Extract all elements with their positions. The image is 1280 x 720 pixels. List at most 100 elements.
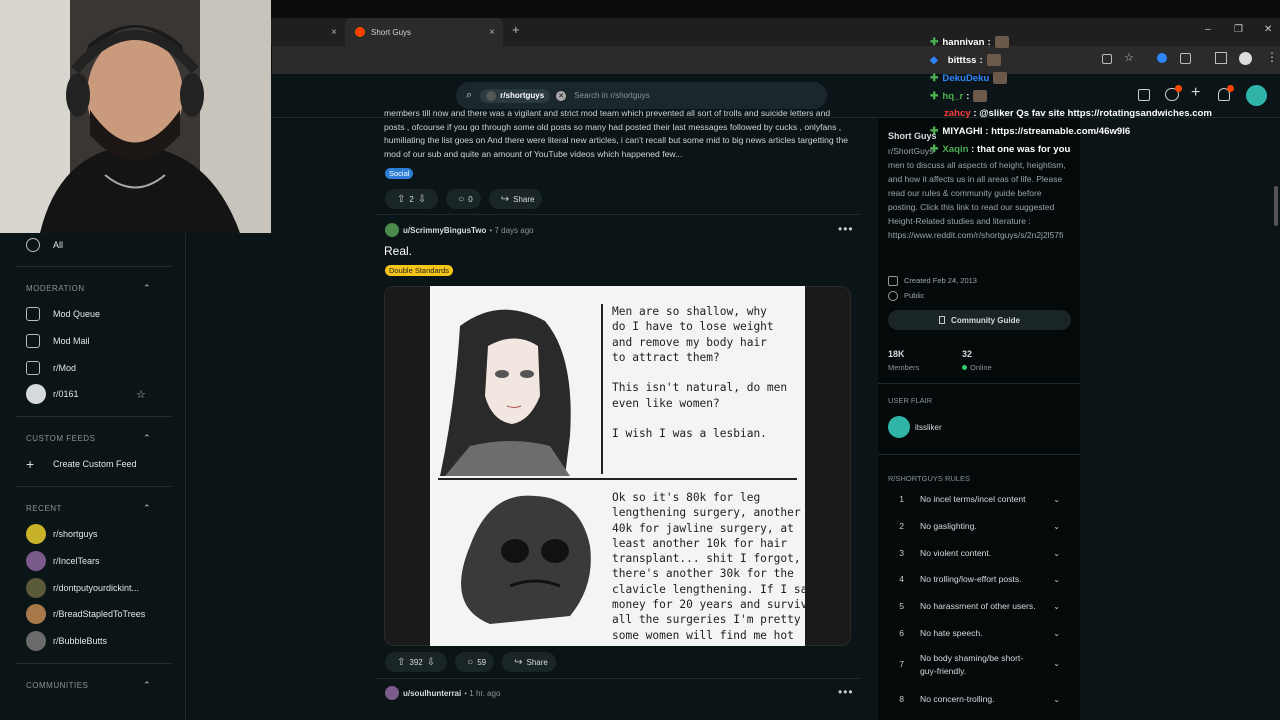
user-avatar[interactable] <box>1246 85 1267 106</box>
sidebar-item-recent[interactable]: r/dontputyourdickint... <box>26 578 139 598</box>
chat-username: hq_r <box>942 90 964 102</box>
meme-image[interactable]: Men are so shallow, why do I have to los… <box>430 286 834 646</box>
upvote-icon[interactable]: ⇧ <box>397 657 405 668</box>
sidebar-item-label: Mod Mail <box>53 336 90 346</box>
comment-icon: ○ <box>458 193 465 205</box>
author-avatar[interactable] <box>385 686 399 700</box>
chevron-down-icon: ⌄ <box>1053 494 1060 504</box>
webcam-overlay <box>0 0 271 233</box>
sidebar-item-recent[interactable]: r/BreadStapledToTrees <box>26 604 145 624</box>
sidebar-item-label: r/dontputyourdickint... <box>53 583 140 593</box>
recent-section-header[interactable]: RECENT ⌃ <box>26 503 151 513</box>
post-body-text: members till now and there was a vigilan… <box>384 108 849 159</box>
comments-button[interactable]: ○ 0 <box>446 189 481 209</box>
rule-item[interactable]: 6 No hate speech. ⌄ <box>888 626 1068 640</box>
communities-section-header[interactable]: COMMUNITIES ⌃ <box>26 680 151 690</box>
bookmark-star-icon[interactable]: ☆ <box>1124 51 1134 64</box>
vote-buttons: ⇧ 392 ⇩ <box>385 652 448 672</box>
share-icon: ↪ <box>514 656 523 668</box>
comments-button[interactable]: ○ 59 <box>455 652 495 672</box>
upvote-icon[interactable]: ⇧ <box>397 194 405 205</box>
rule-item[interactable]: 7 No body shaming/be short-guy-friendly.… <box>888 652 1068 680</box>
post-flair[interactable]: Social <box>385 168 414 179</box>
scrollbar-thumb[interactable] <box>1274 186 1278 226</box>
extension-icon[interactable] <box>1157 53 1167 63</box>
rule-item[interactable]: 1 No incel terms/incel content ⌄ <box>888 492 1068 506</box>
online-count: 32 <box>962 349 973 359</box>
share-button[interactable]: ↪ Share <box>502 652 556 672</box>
sidebar-item-all[interactable]: All <box>26 235 63 255</box>
community-guide-button[interactable]: Community Guide <box>888 310 1071 330</box>
rule-number: 2 <box>899 521 904 531</box>
install-icon[interactable] <box>1102 54 1112 64</box>
new-tab-button[interactable]: + <box>512 22 520 37</box>
share-button[interactable]: ↪ Share <box>488 189 543 209</box>
chat-colon: : <box>979 54 983 66</box>
share-label: Share <box>513 194 535 204</box>
close-window-button[interactable]: ✕ <box>1264 24 1272 35</box>
sidebar-item-recent[interactable]: r/shortguys <box>26 524 98 544</box>
minimize-button[interactable]: – <box>1205 24 1211 35</box>
author-avatar[interactable] <box>385 223 399 237</box>
sidebar-item-label: r/Mod <box>53 363 77 373</box>
post-title[interactable]: Real. <box>384 244 412 258</box>
search-bar[interactable]: ⌕ r/shortguys ✕ Search in r/shortguys <box>456 82 827 109</box>
search-scope-chip[interactable]: r/shortguys <box>480 88 551 103</box>
button-label: Community Guide <box>951 315 1020 325</box>
close-tab-icon[interactable]: × <box>331 27 337 38</box>
rule-text: No violent content. <box>920 548 992 558</box>
rule-text: No gaslighting. <box>920 521 977 531</box>
emote-icon <box>973 90 988 102</box>
sidebar-item-recent[interactable]: r/BubbleButts <box>26 631 107 651</box>
clear-scope-icon[interactable]: ✕ <box>556 90 567 101</box>
vote-buttons: ⇧ 2 ⇩ <box>385 189 439 209</box>
post-flair[interactable]: Double Standards <box>385 265 454 276</box>
browser-menu-icon[interactable]: ⋮ <box>1266 50 1278 64</box>
search-input[interactable]: Search in r/shortguys <box>574 91 650 100</box>
sidebar-item-mod-queue[interactable]: Mod Queue <box>26 304 100 324</box>
chat-message: ◆ bitttss : <box>930 54 1001 66</box>
chat-message: ✚ hannivan : <box>930 36 1009 48</box>
downvote-icon[interactable]: ⇩ <box>427 657 435 668</box>
rule-number: 1 <box>899 494 904 504</box>
custom-feeds-section-header[interactable]: CUSTOM FEEDS ⌃ <box>26 433 151 443</box>
community-description: men to discuss all aspects of height, he… <box>888 160 1066 240</box>
profile-avatar[interactable] <box>1239 52 1252 65</box>
close-tab-icon[interactable]: × <box>489 27 495 38</box>
post-author[interactable]: u/soulhunterrai <box>403 689 461 698</box>
visibility-label: Public <box>904 291 925 300</box>
media-icon[interactable] <box>1215 52 1227 64</box>
address-bar[interactable]: ☆ ⋮ <box>272 46 1280 74</box>
extensions-icon[interactable] <box>1180 53 1191 64</box>
badge-icon: ✚ <box>930 72 939 84</box>
create-post-icon[interactable]: + <box>1191 84 1200 102</box>
browser-tab[interactable]: × <box>272 18 345 46</box>
sidebar-item-r-mod[interactable]: r/Mod <box>26 358 76 378</box>
post-author[interactable]: u/ScrimmyBingusTwo <box>403 226 486 235</box>
rule-item[interactable]: 8 No concern-trolling. ⌄ <box>888 692 1068 706</box>
favorite-star-icon[interactable]: ☆ <box>136 388 146 401</box>
sidebar-item-recent[interactable]: r/IncelTears <box>26 551 100 571</box>
rule-item[interactable]: 3 No violent content. ⌄ <box>888 546 1068 560</box>
post-options-icon[interactable]: ••• <box>838 685 854 699</box>
chevron-up-icon: ⌃ <box>142 503 151 513</box>
rule-item[interactable]: 5 No harassment of other users. ⌄ <box>888 599 1068 613</box>
create-custom-feed-button[interactable]: + Create Custom Feed <box>26 454 137 474</box>
sidebar-item-label: r/BreadStapledToTrees <box>53 609 146 619</box>
advertise-icon[interactable] <box>1138 89 1150 101</box>
chat-colon: : <box>987 36 991 48</box>
sidebar-item-mod-mail[interactable]: Mod Mail <box>26 331 90 351</box>
user-flair[interactable]: itssliker <box>888 416 942 438</box>
post-options-icon[interactable]: ••• <box>838 222 854 236</box>
meme-bottom-text: Ok so it's 80k for leg lengthening surge… <box>612 491 835 642</box>
browser-tab-active[interactable]: Short Guys × <box>345 18 503 46</box>
chevron-down-icon: ⌄ <box>1053 601 1060 611</box>
rule-item[interactable]: 2 No gaslighting. ⌄ <box>888 519 1068 533</box>
rule-item[interactable]: 4 No trolling/low-effort posts. ⌄ <box>888 572 1068 586</box>
subreddit-avatar <box>26 578 46 598</box>
badge-icon: ✚ <box>930 90 939 102</box>
sidebar-item-r-0161[interactable]: r/0161 ☆ <box>26 384 146 404</box>
maximize-button[interactable]: ❐ <box>1234 24 1243 35</box>
downvote-icon[interactable]: ⇩ <box>418 194 426 205</box>
moderation-section-header[interactable]: MODERATION ⌃ <box>26 283 151 293</box>
